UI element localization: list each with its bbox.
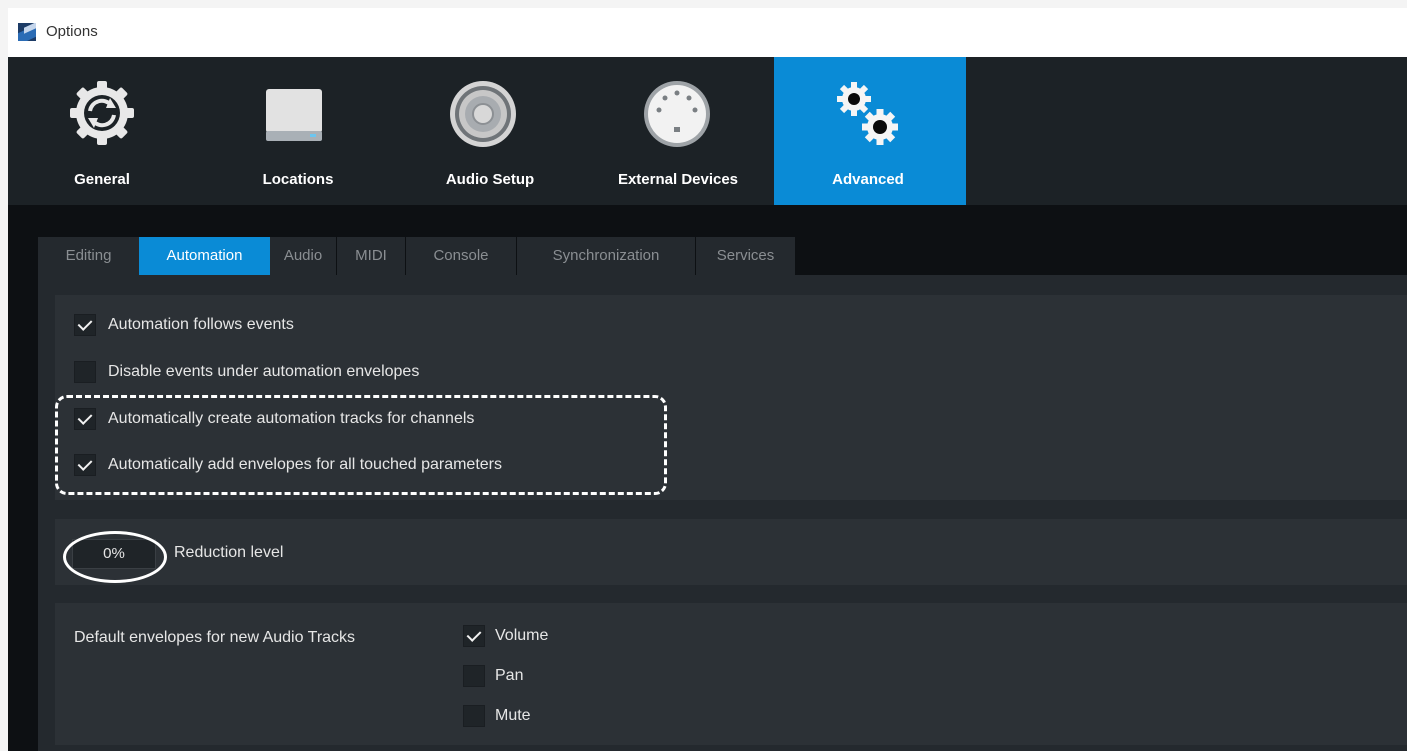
tab-console[interactable]: Console bbox=[406, 237, 516, 275]
toolbar-label: External Devices bbox=[617, 171, 739, 188]
options-window: Options General Locations Audio Setup Ex… bbox=[8, 8, 1407, 751]
reduction-panel: 0% Reduction level bbox=[55, 519, 1407, 585]
toolbar-label: Locations bbox=[262, 171, 334, 188]
checkbox-label: Disable events under automation envelope… bbox=[108, 363, 420, 380]
toolbar-item-external-devices[interactable]: External Devices bbox=[582, 57, 774, 205]
tab-services[interactable]: Services bbox=[696, 237, 795, 275]
gear-sync-icon bbox=[70, 81, 134, 145]
checkbox-label: Mute bbox=[495, 707, 531, 724]
option-disable-events[interactable]: Disable events under automation envelope… bbox=[74, 359, 419, 385]
envelope-volume[interactable]: Volume bbox=[463, 623, 548, 649]
tab-automation[interactable]: Automation bbox=[139, 237, 270, 275]
tab-midi[interactable]: MIDI bbox=[337, 237, 405, 275]
category-toolbar: General Locations Audio Setup External D… bbox=[8, 57, 1407, 205]
default-envelopes-label: Default envelopes for new Audio Tracks bbox=[74, 629, 356, 646]
options-body: Editing Automation Audio MIDI Console Sy… bbox=[8, 205, 1407, 751]
gears-icon bbox=[837, 82, 898, 145]
speaker-icon bbox=[450, 81, 516, 147]
toolbar-item-general[interactable]: General bbox=[8, 57, 200, 205]
automation-options-panel: Automation follows events Disable events… bbox=[55, 295, 1407, 500]
option-automation-follows-events[interactable]: Automation follows events bbox=[74, 312, 294, 338]
checkbox-label: Volume bbox=[495, 627, 549, 644]
toolbar-item-advanced[interactable]: Advanced bbox=[774, 57, 966, 205]
toolbar-item-locations[interactable]: Locations bbox=[198, 57, 390, 205]
app-logo-icon bbox=[18, 23, 36, 41]
toolbar-label: Audio Setup bbox=[445, 171, 535, 188]
checkbox[interactable] bbox=[74, 314, 96, 336]
automation-tab-content: Automation follows events Disable events… bbox=[38, 275, 1407, 751]
checkbox[interactable] bbox=[463, 625, 485, 647]
default-envelopes-panel: Default envelopes for new Audio Tracks V… bbox=[55, 603, 1407, 745]
tab-synchronization[interactable]: Synchronization bbox=[517, 237, 695, 275]
window-title: Options bbox=[46, 23, 98, 40]
highlight-circle bbox=[63, 531, 167, 583]
envelope-mute[interactable]: Mute bbox=[463, 703, 531, 729]
toolbar-label: General bbox=[74, 171, 130, 188]
envelope-pan[interactable]: Pan bbox=[463, 663, 523, 689]
checkbox-label: Pan bbox=[495, 667, 524, 684]
toolbar-label: Advanced bbox=[832, 171, 904, 188]
highlight-dashed-box bbox=[55, 395, 667, 495]
checkbox[interactable] bbox=[74, 361, 96, 383]
midi-connector-icon bbox=[644, 81, 710, 147]
checkbox[interactable] bbox=[463, 705, 485, 727]
drive-icon bbox=[266, 89, 322, 141]
checkbox[interactable] bbox=[463, 665, 485, 687]
toolbar-item-audio-setup[interactable]: Audio Setup bbox=[388, 57, 580, 205]
reduction-level-label: Reduction level bbox=[174, 544, 284, 561]
tab-editing[interactable]: Editing bbox=[38, 237, 139, 275]
title-bar: Options bbox=[8, 8, 1407, 57]
tab-audio[interactable]: Audio bbox=[270, 237, 336, 275]
checkbox-label: Automation follows events bbox=[108, 316, 294, 333]
